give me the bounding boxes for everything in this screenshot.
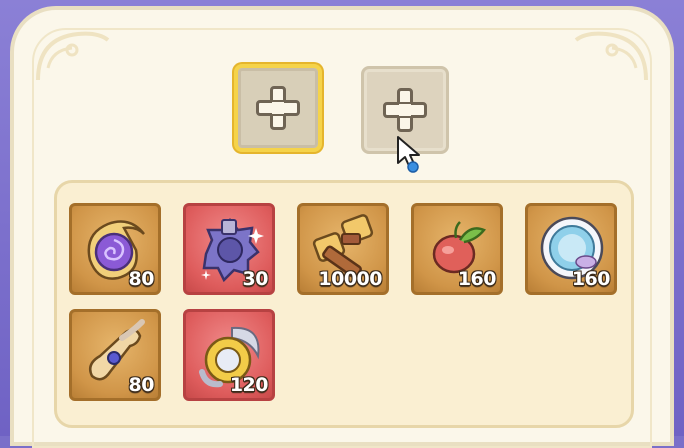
item-count: 80 bbox=[128, 374, 155, 396]
plus-icon bbox=[254, 84, 302, 132]
inventory-item-orb[interactable]: 160 bbox=[525, 203, 617, 295]
window-frame: 80 30 10000 160 160 80 120 bbox=[0, 0, 684, 448]
corner-flourish-icon bbox=[36, 31, 110, 81]
inventory-item-ring[interactable]: 120 bbox=[183, 309, 275, 401]
item-count: 10000 bbox=[318, 268, 382, 290]
inventory-item-scroll[interactable]: 80 bbox=[69, 309, 161, 401]
item-count: 160 bbox=[457, 268, 497, 290]
plus-icon bbox=[381, 86, 429, 134]
mouse-cursor-icon bbox=[397, 136, 420, 173]
corner-flourish-icon bbox=[574, 31, 648, 81]
item-count: 160 bbox=[571, 268, 611, 290]
item-count: 30 bbox=[242, 268, 269, 290]
equip-slot-1[interactable] bbox=[234, 64, 322, 152]
item-count: 80 bbox=[128, 268, 155, 290]
inventory-item-hammer[interactable]: 10000 bbox=[297, 203, 389, 295]
inventory-panel: 80 30 10000 160 160 80 120 bbox=[54, 180, 634, 428]
inventory-item-gear-ore[interactable]: 30 bbox=[183, 203, 275, 295]
inventory-item-amulet[interactable]: 80 bbox=[69, 203, 161, 295]
item-count: 120 bbox=[229, 374, 269, 396]
inventory-item-fruit[interactable]: 160 bbox=[411, 203, 503, 295]
